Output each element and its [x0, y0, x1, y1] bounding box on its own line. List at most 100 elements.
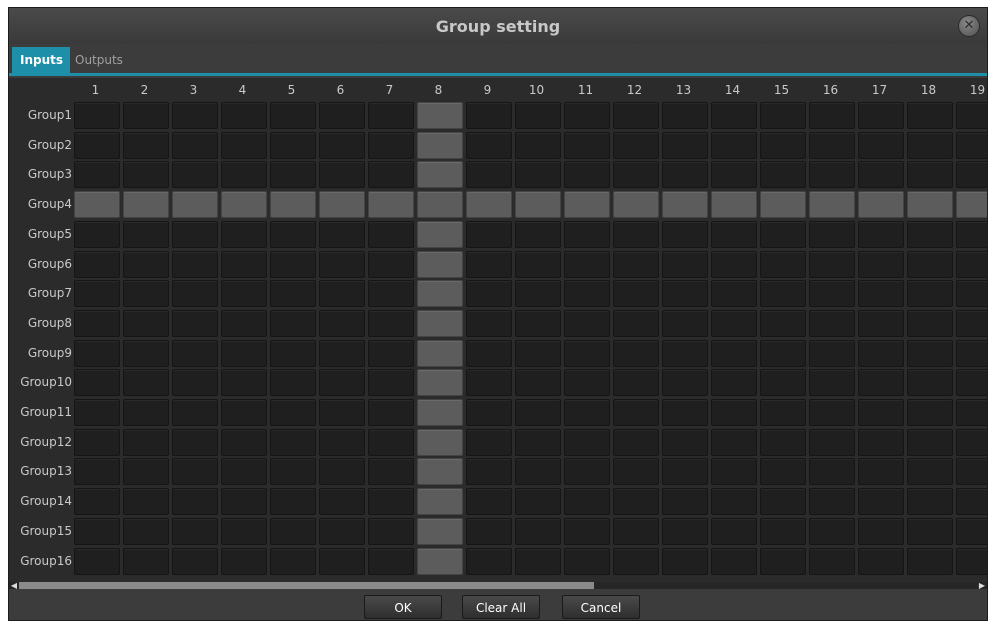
matrix-cell[interactable] — [172, 399, 218, 426]
matrix-cell[interactable] — [74, 547, 120, 575]
matrix-cell[interactable] — [368, 428, 414, 456]
matrix-cell[interactable] — [662, 517, 708, 545]
matrix-cell[interactable] — [368, 220, 414, 248]
matrix-cell[interactable] — [956, 399, 987, 426]
horizontal-scrollbar[interactable]: ◀ ▶ — [9, 581, 987, 590]
matrix-cell[interactable] — [809, 280, 855, 308]
matrix-cell[interactable] — [662, 102, 708, 129]
matrix-cell[interactable] — [172, 191, 218, 219]
matrix-cell[interactable] — [368, 369, 414, 397]
matrix-cell[interactable] — [74, 309, 120, 337]
matrix-cell[interactable] — [74, 428, 120, 456]
matrix-cell[interactable] — [515, 102, 561, 129]
matrix-cell[interactable] — [613, 339, 659, 367]
matrix-cell[interactable] — [74, 399, 120, 426]
matrix-cell[interactable] — [123, 131, 169, 159]
matrix-cell[interactable] — [907, 191, 953, 219]
matrix-cell[interactable] — [662, 399, 708, 426]
matrix-cell[interactable] — [270, 547, 316, 575]
matrix-cell[interactable] — [515, 339, 561, 367]
matrix-cell[interactable] — [319, 458, 365, 486]
matrix-cell[interactable] — [907, 309, 953, 337]
matrix-cell[interactable] — [417, 309, 463, 337]
matrix-cell[interactable] — [662, 131, 708, 159]
matrix-cell[interactable] — [711, 220, 757, 248]
matrix-cell[interactable] — [221, 369, 267, 397]
matrix-cell[interactable] — [809, 488, 855, 516]
matrix-cell[interactable] — [417, 161, 463, 189]
matrix-cell[interactable] — [956, 131, 987, 159]
matrix-cell[interactable] — [74, 339, 120, 367]
matrix-cell[interactable] — [417, 547, 463, 575]
matrix-cell[interactable] — [270, 309, 316, 337]
matrix-cell[interactable] — [417, 458, 463, 486]
matrix-cell[interactable] — [613, 369, 659, 397]
matrix-cell[interactable] — [221, 220, 267, 248]
matrix-cell[interactable] — [564, 428, 610, 456]
matrix-cell[interactable] — [515, 369, 561, 397]
matrix-cell[interactable] — [221, 458, 267, 486]
matrix-cell[interactable] — [172, 458, 218, 486]
matrix-cell[interactable] — [123, 547, 169, 575]
matrix-cell[interactable] — [368, 488, 414, 516]
matrix-cell[interactable] — [760, 250, 806, 278]
matrix-cell[interactable] — [662, 428, 708, 456]
matrix-cell[interactable] — [907, 220, 953, 248]
matrix-cell[interactable] — [319, 131, 365, 159]
matrix-cell[interactable] — [319, 369, 365, 397]
matrix-cell[interactable] — [907, 399, 953, 426]
matrix-cell[interactable] — [74, 131, 120, 159]
matrix-cell[interactable] — [74, 488, 120, 516]
matrix-cell[interactable] — [809, 131, 855, 159]
matrix-cell[interactable] — [270, 369, 316, 397]
matrix-cell[interactable] — [613, 161, 659, 189]
matrix-cell[interactable] — [711, 488, 757, 516]
matrix-cell[interactable] — [515, 220, 561, 248]
matrix-cell[interactable] — [662, 339, 708, 367]
matrix-cell[interactable] — [564, 309, 610, 337]
matrix-cell[interactable] — [907, 161, 953, 189]
matrix-cell[interactable] — [711, 191, 757, 219]
matrix-cell[interactable] — [123, 280, 169, 308]
matrix-cell[interactable] — [564, 250, 610, 278]
matrix-cell[interactable] — [172, 161, 218, 189]
matrix-cell[interactable] — [760, 458, 806, 486]
matrix-cell[interactable] — [466, 191, 512, 219]
matrix-cell[interactable] — [221, 488, 267, 516]
matrix-cell[interactable] — [564, 399, 610, 426]
matrix-cell[interactable] — [172, 280, 218, 308]
matrix-cell[interactable] — [123, 399, 169, 426]
matrix-cell[interactable] — [172, 220, 218, 248]
matrix-cell[interactable] — [711, 369, 757, 397]
matrix-cell[interactable] — [711, 280, 757, 308]
matrix-cell[interactable] — [711, 131, 757, 159]
matrix-cell[interactable] — [809, 547, 855, 575]
matrix-cell[interactable] — [858, 220, 904, 248]
matrix-cell[interactable] — [662, 369, 708, 397]
matrix-cell[interactable] — [956, 280, 987, 308]
matrix-cell[interactable] — [613, 547, 659, 575]
matrix-cell[interactable] — [270, 131, 316, 159]
matrix-cell[interactable] — [270, 488, 316, 516]
matrix-cell[interactable] — [319, 250, 365, 278]
matrix-cell[interactable] — [466, 131, 512, 159]
matrix-cell[interactable] — [172, 250, 218, 278]
matrix-cell[interactable] — [613, 220, 659, 248]
matrix-cell[interactable] — [368, 399, 414, 426]
matrix-cell[interactable] — [662, 547, 708, 575]
matrix-cell[interactable] — [515, 547, 561, 575]
matrix-cell[interactable] — [221, 131, 267, 159]
matrix-cell[interactable] — [270, 399, 316, 426]
matrix-cell[interactable] — [368, 161, 414, 189]
matrix-cell[interactable] — [809, 309, 855, 337]
matrix-cell[interactable] — [74, 102, 120, 129]
matrix-cell[interactable] — [907, 280, 953, 308]
matrix-cell[interactable] — [662, 488, 708, 516]
matrix-cell[interactable] — [956, 161, 987, 189]
matrix-cell[interactable] — [858, 309, 904, 337]
matrix-cell[interactable] — [319, 547, 365, 575]
matrix-cell[interactable] — [466, 250, 512, 278]
matrix-cell[interactable] — [613, 428, 659, 456]
matrix-cell[interactable] — [123, 428, 169, 456]
matrix-cell[interactable] — [760, 399, 806, 426]
